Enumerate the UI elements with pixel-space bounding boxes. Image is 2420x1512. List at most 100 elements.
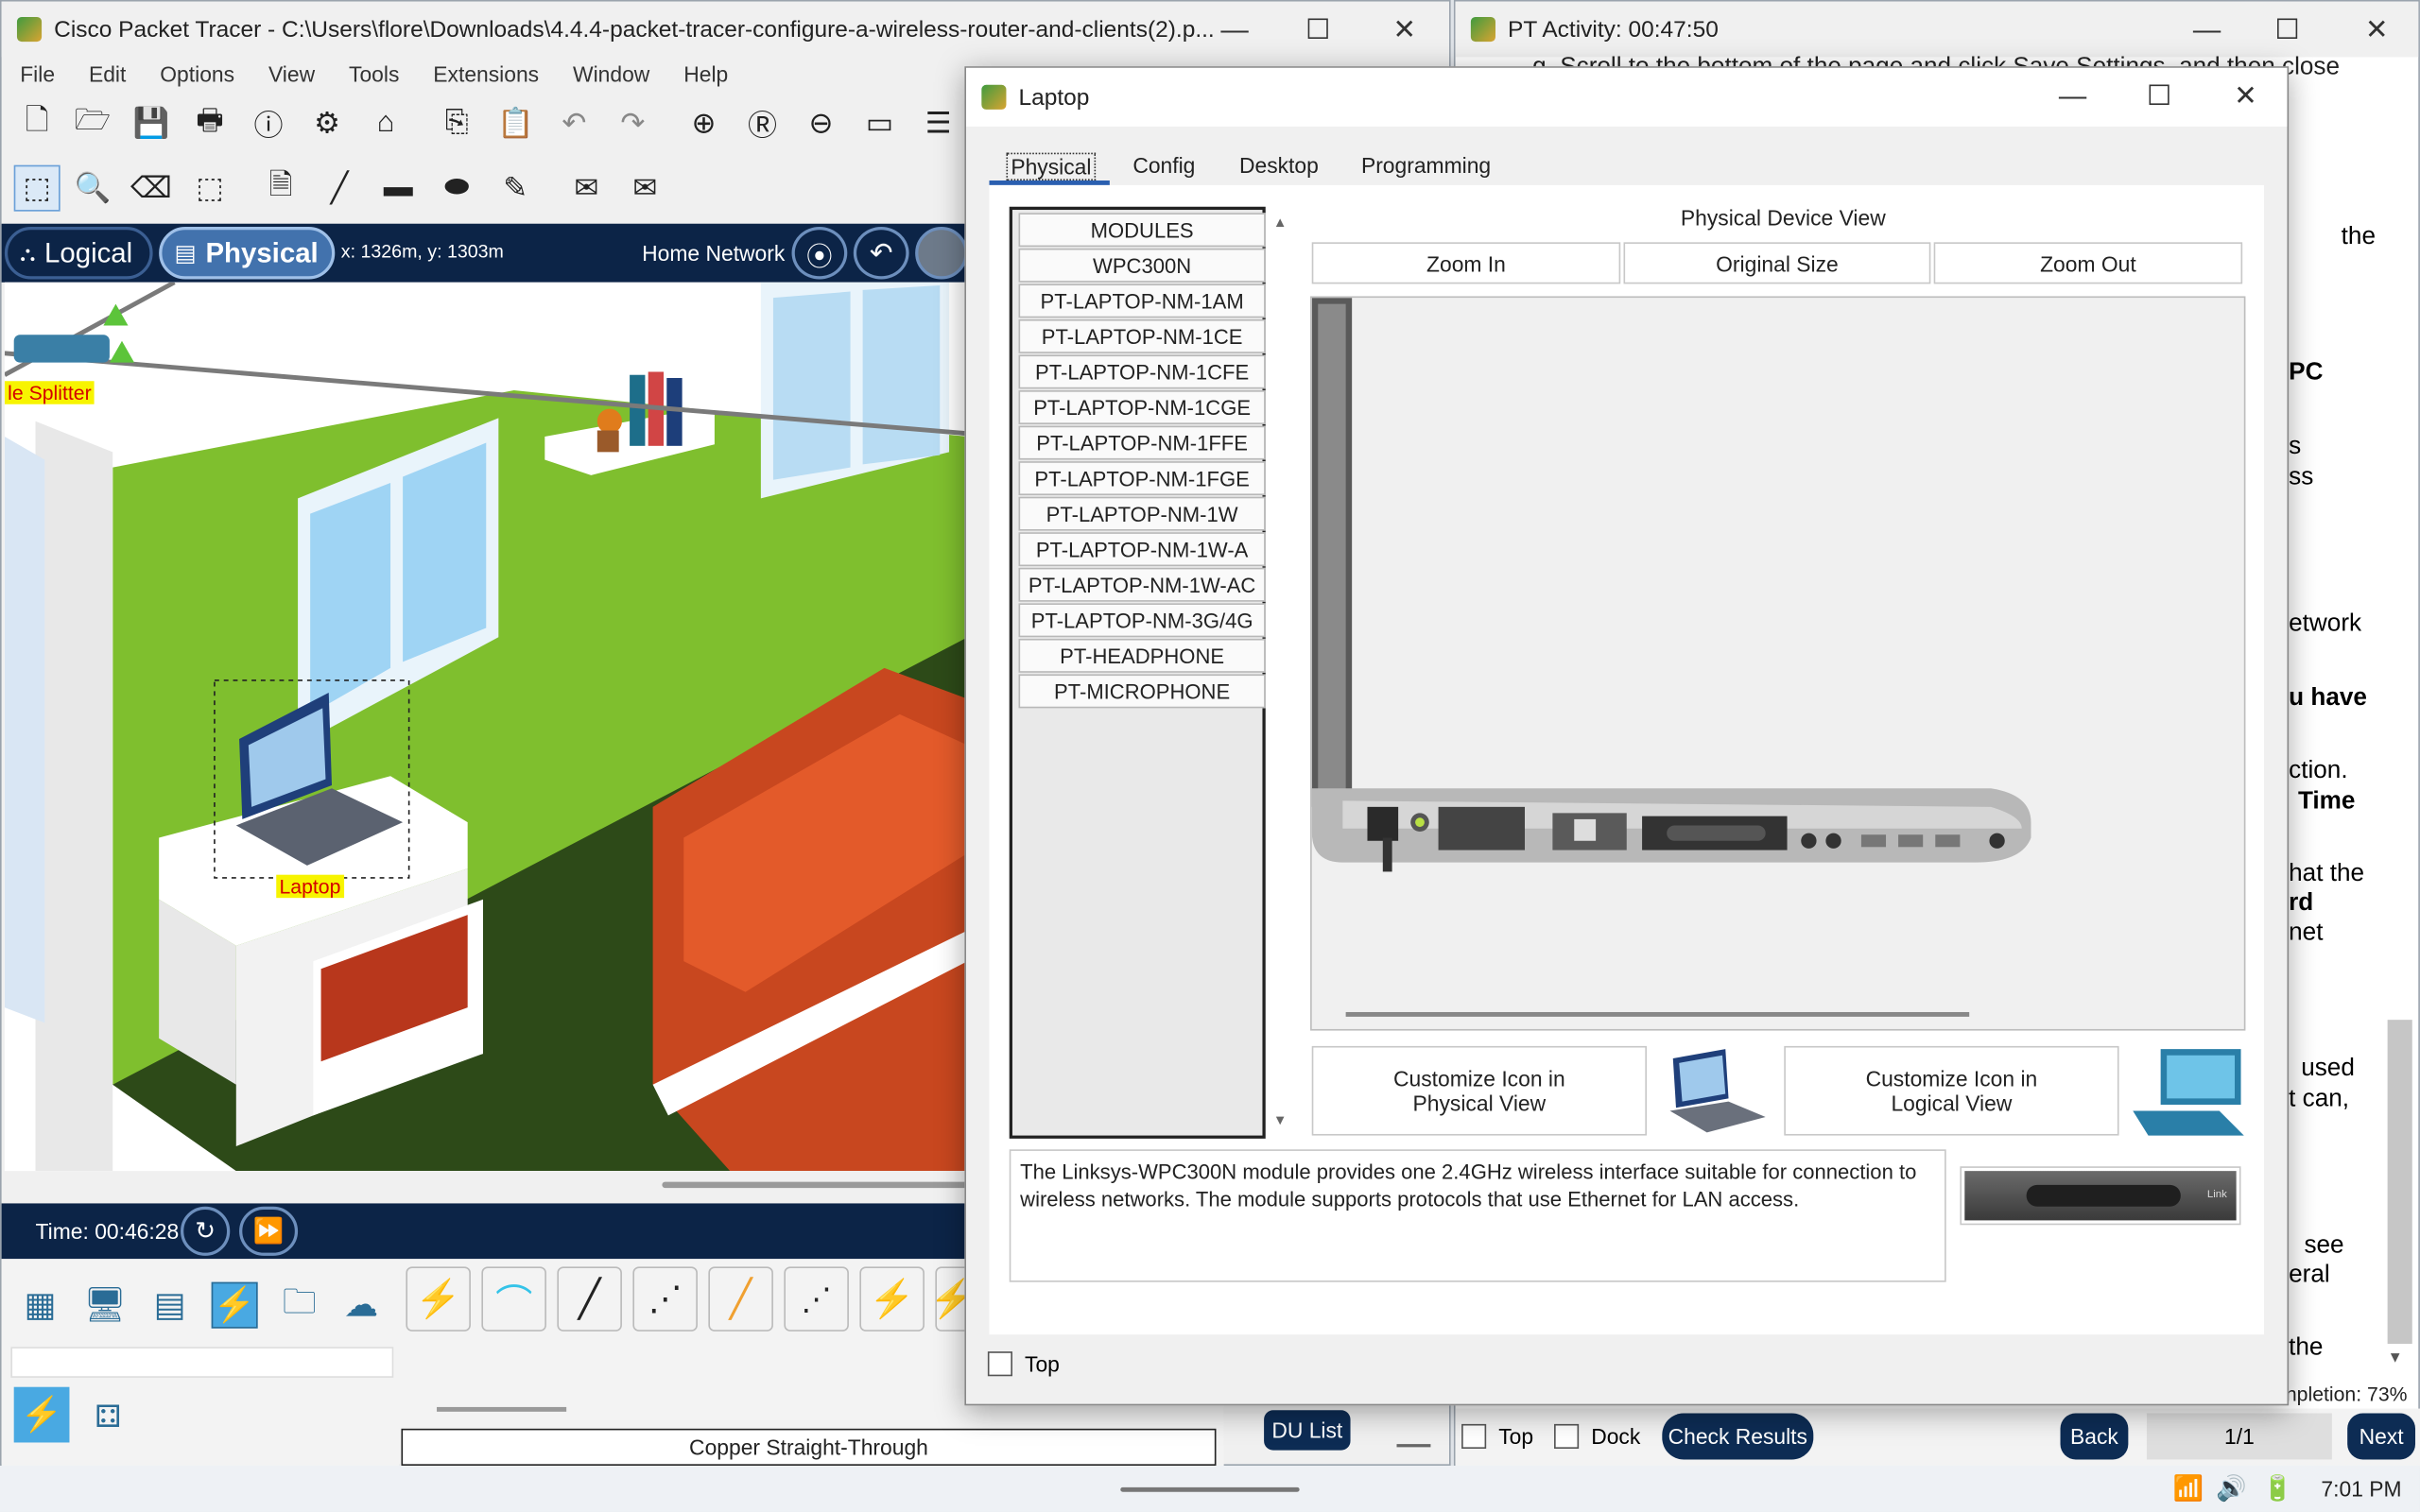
module-list-scroll-up-icon[interactable]: ▲ [1273, 215, 1288, 230]
laptop-maximize-button[interactable]: ☐ [2123, 68, 2194, 124]
module-item[interactable]: PT-LAPTOP-NM-3G/4G [1018, 603, 1266, 638]
phone-cable-icon[interactable]: ⋰ [784, 1266, 849, 1332]
tab-physical[interactable]: Physical [1006, 152, 1097, 181]
resize-icon[interactable]: ⬚ [187, 165, 233, 212]
zoom-in-button[interactable]: Zoom In [1311, 242, 1621, 284]
pdu-list-button[interactable]: DU List [1264, 1410, 1351, 1451]
fast-forward-icon[interactable]: ⏩ [239, 1206, 299, 1256]
original-size-button[interactable]: Original Size [1623, 242, 1931, 284]
custom-devices-icon[interactable]: ☰ [915, 100, 961, 146]
module-item[interactable]: PT-LAPTOP-NM-1W-A [1018, 532, 1266, 567]
new-file-icon[interactable]: 🗋 [14, 100, 60, 146]
draw-ellipse-icon[interactable]: ⬬ [434, 165, 480, 212]
network-devices-icon[interactable]: ▦ [17, 1282, 63, 1329]
menu-tools[interactable]: Tools [349, 61, 399, 86]
tab-config[interactable]: Config [1132, 153, 1195, 178]
menu-options[interactable]: Options [160, 61, 234, 86]
module-item[interactable]: PT-MICROPHONE [1018, 674, 1266, 709]
device-view-area[interactable] [1310, 296, 2246, 1031]
device-search-field[interactable] [10, 1347, 394, 1378]
tab-desktop[interactable]: Desktop [1239, 153, 1319, 178]
menu-extensions[interactable]: Extensions [433, 61, 539, 86]
connections-subtype-icon[interactable]: ⚡ [13, 1386, 70, 1443]
physical-workspace[interactable]: le Splitter Laptop [4, 282, 968, 1172]
laptop-label[interactable]: Laptop [276, 874, 344, 899]
add-simple-pdu-icon[interactable]: ✉ [563, 165, 610, 212]
next-button[interactable]: Next [2347, 1413, 2416, 1460]
taskbar-handle[interactable] [1120, 1486, 1300, 1492]
module-item[interactable]: PT-LAPTOP-NM-1CGE [1018, 390, 1266, 424]
laptop-minimize-button[interactable]: — [2037, 68, 2108, 124]
crossover-cable-icon[interactable]: ⋰ [632, 1266, 698, 1332]
redo-icon[interactable]: ↷ [610, 100, 656, 146]
zoom-out-button[interactable]: Zoom Out [1933, 242, 2243, 284]
top-checkbox-box[interactable] [1461, 1423, 1487, 1450]
laptop-top-checkbox-box[interactable] [987, 1351, 1012, 1377]
battery-icon[interactable]: 🔋 [2262, 1473, 2293, 1504]
console-cable-icon[interactable]: ⌒ [481, 1266, 546, 1332]
module-item[interactable]: PT-LAPTOP-NM-1W-AC [1018, 567, 1266, 602]
activity-minimize-button[interactable]: — [2171, 2, 2242, 58]
activity-close-button[interactable]: ✕ [2342, 2, 2412, 58]
auto-cable-icon[interactable]: ⚡ [406, 1266, 471, 1332]
power-cycle-icon[interactable]: ↻ [181, 1206, 231, 1256]
cable-scrollbar[interactable] [437, 1406, 567, 1412]
draw-rectangle-icon[interactable]: ▬ [375, 165, 422, 212]
undo-icon[interactable]: ↶ [551, 100, 597, 146]
customize-physical-icon-button[interactable]: Customize Icon in Physical View [1311, 1045, 1647, 1136]
module-item[interactable]: PT-LAPTOP-NM-1FFE [1018, 425, 1266, 460]
inspect-icon[interactable]: 🔍 [69, 165, 115, 212]
menu-view[interactable]: View [268, 61, 315, 86]
print-icon[interactable]: 🖶 [187, 100, 233, 146]
straight-through-cable-icon[interactable]: ╱ [557, 1266, 622, 1332]
tab-programming[interactable]: Programming [1361, 153, 1491, 178]
module-item[interactable]: PT-LAPTOP-NM-1W [1018, 496, 1266, 531]
check-results-button[interactable]: Check Results [1662, 1413, 1814, 1460]
fiber-cable-icon[interactable]: ╱ [708, 1266, 773, 1332]
place-note-icon[interactable]: 🗎 [258, 165, 304, 212]
info-icon[interactable]: ⓘ [246, 100, 292, 146]
activity-scrollbar-thumb[interactable] [2387, 1020, 2412, 1344]
module-item[interactable]: PT-HEADPHONE [1018, 638, 1266, 673]
coaxial-cable-icon[interactable]: ⚡ [859, 1266, 925, 1332]
connections-icon[interactable]: ⚡ [211, 1281, 258, 1329]
module-item[interactable]: PT-LAPTOP-NM-1CE [1018, 318, 1266, 353]
menu-edit[interactable]: Edit [89, 61, 126, 86]
close-button[interactable]: ✕ [1369, 2, 1440, 58]
drawing-palette-icon[interactable]: ▭ [856, 100, 903, 146]
logical-view-tab[interactable]: ⛬ Logical [4, 226, 153, 280]
laptop-close-button[interactable]: ✕ [2210, 68, 2281, 124]
grid-subtype-icon[interactable]: ⚃ [85, 1393, 131, 1439]
module-item[interactable]: WPC300N [1018, 248, 1266, 283]
copy-icon[interactable]: ⎘ [434, 100, 480, 146]
menu-help[interactable]: Help [683, 61, 728, 86]
maximize-button[interactable]: ☐ [1283, 2, 1354, 58]
pdu-panel-handle[interactable] [1396, 1444, 1431, 1448]
save-icon[interactable]: 💾 [129, 100, 175, 146]
dock-checkbox-box[interactable] [1554, 1423, 1580, 1450]
back-button[interactable]: Back [2060, 1413, 2129, 1460]
scroll-down-arrow-icon[interactable]: ▼ [2388, 1350, 2403, 1367]
network-wizard-icon[interactable]: ⚙ [304, 100, 351, 146]
zoom-in-icon[interactable]: ⊕ [681, 100, 727, 146]
workspace-horizontal-scrollbar[interactable] [662, 1181, 971, 1189]
miscellaneous-icon[interactable]: 🗀 [276, 1282, 322, 1329]
select-icon[interactable]: ⬚ [13, 164, 60, 212]
minimize-button[interactable]: — [1200, 2, 1270, 58]
activity-dock-checkbox[interactable]: Dock [1554, 1423, 1640, 1450]
module-item[interactable]: PT-LAPTOP-NM-1FGE [1018, 461, 1266, 496]
zoom-reset-icon[interactable]: Ⓡ [739, 100, 786, 146]
components-icon[interactable]: ▤ [147, 1282, 193, 1329]
paste-icon[interactable]: 📋 [493, 100, 539, 146]
end-devices-icon[interactable]: 🖥 [82, 1282, 129, 1329]
menu-file[interactable]: File [20, 61, 55, 86]
activity-top-checkbox[interactable]: Top [1461, 1423, 1533, 1450]
module-list-scroll-down-icon[interactable]: ▼ [1273, 1112, 1288, 1127]
zoom-out-icon[interactable]: ⊖ [798, 100, 844, 146]
open-folder-icon[interactable]: 🗁 [69, 100, 115, 146]
draw-line-icon[interactable]: ╱ [317, 165, 363, 212]
module-item[interactable]: PT-LAPTOP-NM-1AM [1018, 284, 1266, 318]
activity-maximize-button[interactable]: ☐ [2252, 2, 2323, 58]
volume-icon[interactable]: 🔊 [2216, 1473, 2247, 1504]
delete-icon[interactable]: ⌫ [129, 165, 175, 212]
